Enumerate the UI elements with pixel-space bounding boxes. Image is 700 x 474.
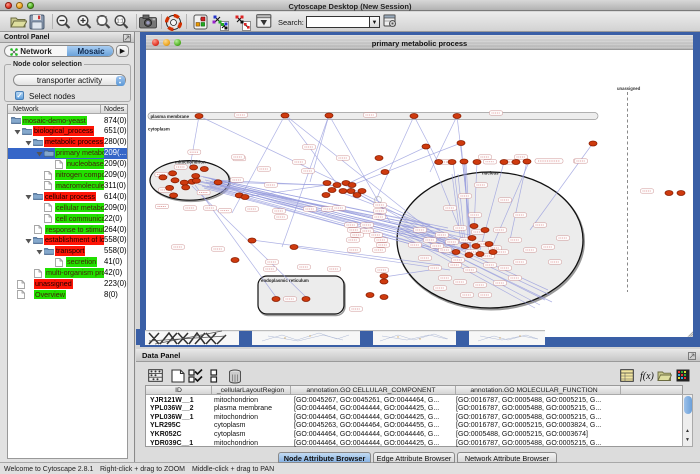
- svg-text:plasma membrane: plasma membrane: [151, 114, 190, 119]
- svg-text:unassigned: unassigned: [617, 86, 641, 91]
- svg-text:nucleus: nucleus: [482, 171, 499, 176]
- svg-text:cytoplasm: cytoplasm: [148, 127, 170, 132]
- svg-text:endoplasmic reticulum: endoplasmic reticulum: [261, 278, 309, 283]
- svg-text:mitochondrion: mitochondrion: [175, 160, 206, 165]
- svg-text:1:1: 1:1: [117, 19, 124, 25]
- svg-text:f(x): f(x): [640, 371, 654, 382]
